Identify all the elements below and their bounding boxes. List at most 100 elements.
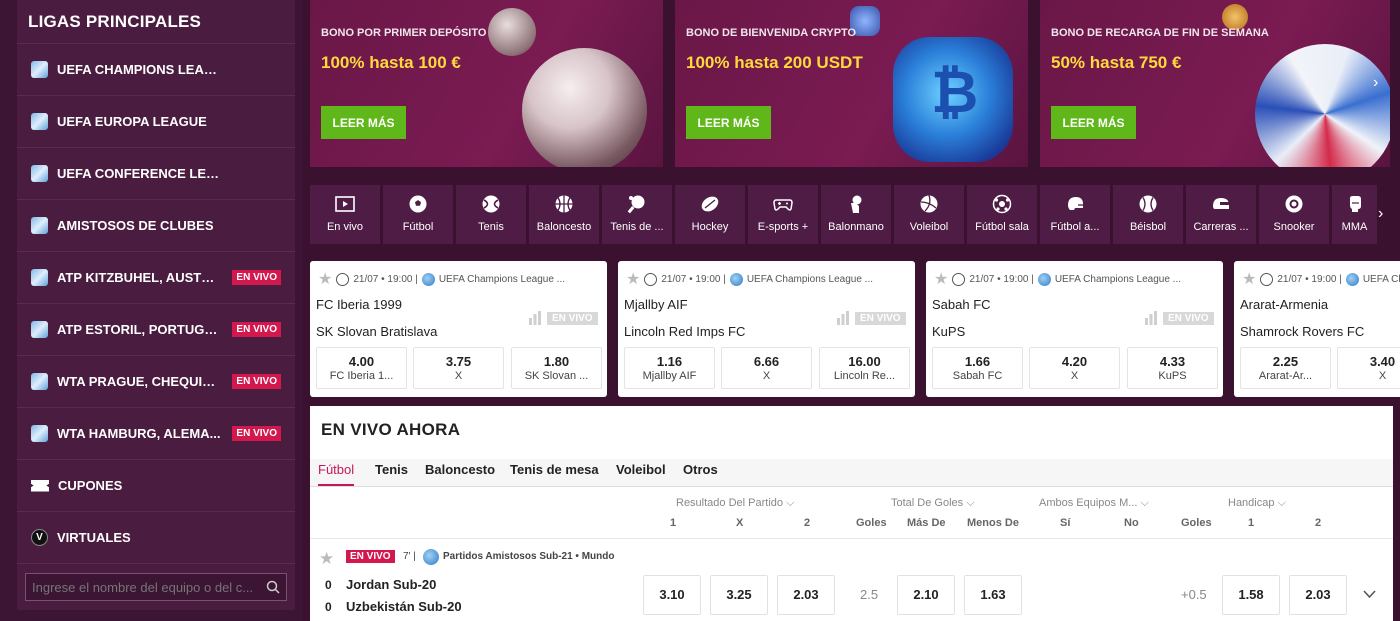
sport-tenis-de-mesa[interactable]: Tenis de ... [602, 185, 672, 244]
odd-button-away[interactable]: 2.03 [777, 575, 835, 615]
team-home[interactable]: Jordan Sub-20 [346, 577, 436, 592]
sidebar-item-virtuales[interactable]: V VIRTUALES [17, 512, 295, 564]
soccer-ball-image [522, 48, 647, 167]
sport-label: Snooker [1273, 221, 1315, 233]
sport-carreras[interactable]: Carreras ... [1186, 185, 1256, 244]
basketball-icon [555, 195, 573, 213]
tab-tenis-de-mesa[interactable]: Tenis de mesa [510, 462, 599, 484]
stats-icon[interactable] [528, 311, 542, 325]
sidebar-item-wta-prague[interactable]: WTA PRAGUE, CHEQUIA, ... EN VIVO [17, 356, 295, 408]
favorite-star-icon[interactable]: ★ [934, 269, 948, 289]
sport-hockey[interactable]: Hockey [675, 185, 745, 244]
banner-title: BONO DE RECARGA DE FIN DE SEMANA [1051, 27, 1269, 39]
sidebar-item-label: WTA HAMBURG, ALEMA... [57, 426, 221, 441]
odd-button-home[interactable]: 1.66 Sabah FC [932, 347, 1023, 389]
odd-value: 3.40 [1369, 354, 1396, 369]
banner-amount: 100% hasta 200 USDT [686, 53, 863, 72]
team-search [25, 573, 287, 601]
odd-button-handicap-home[interactable]: 1.58 [1222, 575, 1280, 615]
odd-value: 3.75 [445, 354, 472, 369]
sidebar-item-atp-estoril[interactable]: ATP ESTORIL, PORTUGAL... EN VIVO [17, 304, 295, 356]
odd-button-home[interactable]: 2.25 Ararat-Ar... [1240, 347, 1331, 389]
sports-next-icon[interactable]: › [1378, 205, 1383, 223]
market-header-both-score[interactable]: Ambos Equipos M... ⌵ [1039, 497, 1149, 510]
odd-button-away[interactable]: 4.33 KuPS [1127, 347, 1218, 389]
sidebar-item-amistosos-de-clubes[interactable]: AMISTOSOS DE CLUBES [17, 200, 295, 252]
odd-button-away[interactable]: 1.80 SK Slovan ... [511, 347, 602, 389]
team-away[interactable]: Uzbekistán Sub-20 [346, 599, 462, 614]
search-icon[interactable] [266, 580, 280, 594]
odd-button-draw[interactable]: 3.40 X [1337, 347, 1400, 389]
stats-icon[interactable] [836, 311, 850, 325]
odd-button-draw[interactable]: 4.20 X [1029, 347, 1120, 389]
favorite-star-icon[interactable]: ★ [318, 269, 332, 289]
globe-icon [31, 217, 48, 234]
sidebar-item-uefa-conference-league[interactable]: UEFA CONFERENCE LEAGUE [17, 148, 295, 200]
sidebar-item-atp-kitzbuhel[interactable]: ATP KITZBUHEL, AUSTRI... EN VIVO [17, 252, 295, 304]
live-event-card[interactable]: ★ 21/07 • 19:00 | UEFA Champions League … [1234, 261, 1400, 397]
team-search-input[interactable] [32, 579, 257, 595]
expand-chevron-icon[interactable] [1363, 590, 1376, 599]
league-name: UEFA Champions League ... [746, 273, 874, 285]
odd-button-home[interactable]: 1.16 Mjallby AIF [624, 347, 715, 389]
live-badge: EN VIVO [232, 374, 281, 389]
market-header-handicap[interactable]: Handicap ⌵ [1228, 497, 1286, 510]
read-more-button[interactable]: LEER MÁS [321, 106, 406, 139]
favorite-star-icon[interactable]: ★ [626, 269, 640, 289]
globe-icon [31, 269, 48, 286]
sport-snooker[interactable]: Snooker [1259, 185, 1329, 244]
chevron-down-icon: ⌵ [966, 497, 975, 509]
tab-otros[interactable]: Otros [683, 462, 718, 484]
team-home: Ararat-Armenia [1240, 297, 1329, 312]
sidebar-item-uefa-champions-league[interactable]: UEFA CHAMPIONS LEAGUE [17, 44, 295, 96]
sidebar-item-label: ATP KITZBUHEL, AUSTRI... [57, 270, 222, 285]
tab-futbol[interactable]: Fútbol [318, 462, 355, 486]
favorite-star-icon[interactable]: ★ [1242, 269, 1256, 289]
odd-button-home[interactable]: 4.00 FC Iberia 1... [316, 347, 407, 389]
sidebar-item-uefa-europa-league[interactable]: UEFA EUROPA LEAGUE [17, 96, 295, 148]
market-header-total-goals[interactable]: Total De Goles ⌵ [891, 497, 975, 510]
sport-e-sports[interactable]: E-sports + [748, 185, 818, 244]
odd-button-under[interactable]: 1.63 [964, 575, 1022, 615]
odd-button-home[interactable]: 3.10 [643, 575, 701, 615]
globe-icon [423, 549, 439, 565]
sport-futbol-americano[interactable]: Fútbol a... [1040, 185, 1110, 244]
sport-en-vivo[interactable]: En vivo [310, 185, 380, 244]
virtuals-icon: V [31, 529, 48, 546]
event-time: 21/07 • 19:00 | [661, 273, 726, 285]
odd-button-over[interactable]: 2.10 [897, 575, 955, 615]
globe-icon [31, 61, 48, 78]
sidebar-item-wta-hamburg[interactable]: WTA HAMBURG, ALEMA... EN VIVO [17, 408, 295, 460]
sport-voleibol[interactable]: Voleibol [894, 185, 964, 244]
read-more-button[interactable]: LEER MÁS [1051, 106, 1136, 139]
odd-button-handicap-away[interactable]: 2.03 [1289, 575, 1347, 615]
sport-tenis[interactable]: Tenis [456, 185, 526, 244]
live-badge: EN VIVO [232, 426, 281, 441]
favorite-star-icon[interactable]: ★ [319, 549, 334, 569]
market-header-result[interactable]: Resultado Del Partido ⌵ [676, 497, 794, 510]
live-event-card[interactable]: ★ 21/07 • 19:00 | UEFA Champions League … [618, 261, 915, 397]
live-event-card[interactable]: ★ 21/07 • 19:00 | UEFA Champions League … [310, 261, 607, 397]
read-more-button[interactable]: LEER MÁS [686, 106, 771, 139]
live-event-card[interactable]: ★ 21/07 • 19:00 | UEFA Champions League … [926, 261, 1223, 397]
odd-button-draw[interactable]: 3.25 [710, 575, 768, 615]
sport-beisbol[interactable]: Béisbol [1113, 185, 1183, 244]
odd-button-draw[interactable]: 6.66 X [721, 347, 812, 389]
sport-baloncesto[interactable]: Baloncesto [529, 185, 599, 244]
tab-voleibol[interactable]: Voleibol [616, 462, 666, 484]
tab-tenis[interactable]: Tenis [375, 462, 408, 484]
sport-label: E-sports + [757, 221, 809, 233]
stats-icon[interactable] [1144, 311, 1158, 325]
odd-button-away[interactable]: 16.00 Lincoln Re... [819, 347, 910, 389]
odd-button-draw[interactable]: 3.75 X [413, 347, 504, 389]
sport-futbol[interactable]: Fútbol [383, 185, 453, 244]
odd-label: Lincoln Re... [833, 370, 896, 382]
sport-mma[interactable]: MMA [1332, 185, 1377, 244]
sport-balonmano[interactable]: Balonmano [821, 185, 891, 244]
sidebar-item-cupones[interactable]: CUPONES [17, 460, 295, 512]
odd-value: 1.80 [543, 354, 570, 369]
banner-next-icon[interactable]: › [1373, 74, 1378, 92]
tab-baloncesto[interactable]: Baloncesto [425, 462, 495, 484]
sport-futbol-sala[interactable]: Fútbol sala [967, 185, 1037, 244]
match-minute: 7' | [403, 551, 416, 562]
